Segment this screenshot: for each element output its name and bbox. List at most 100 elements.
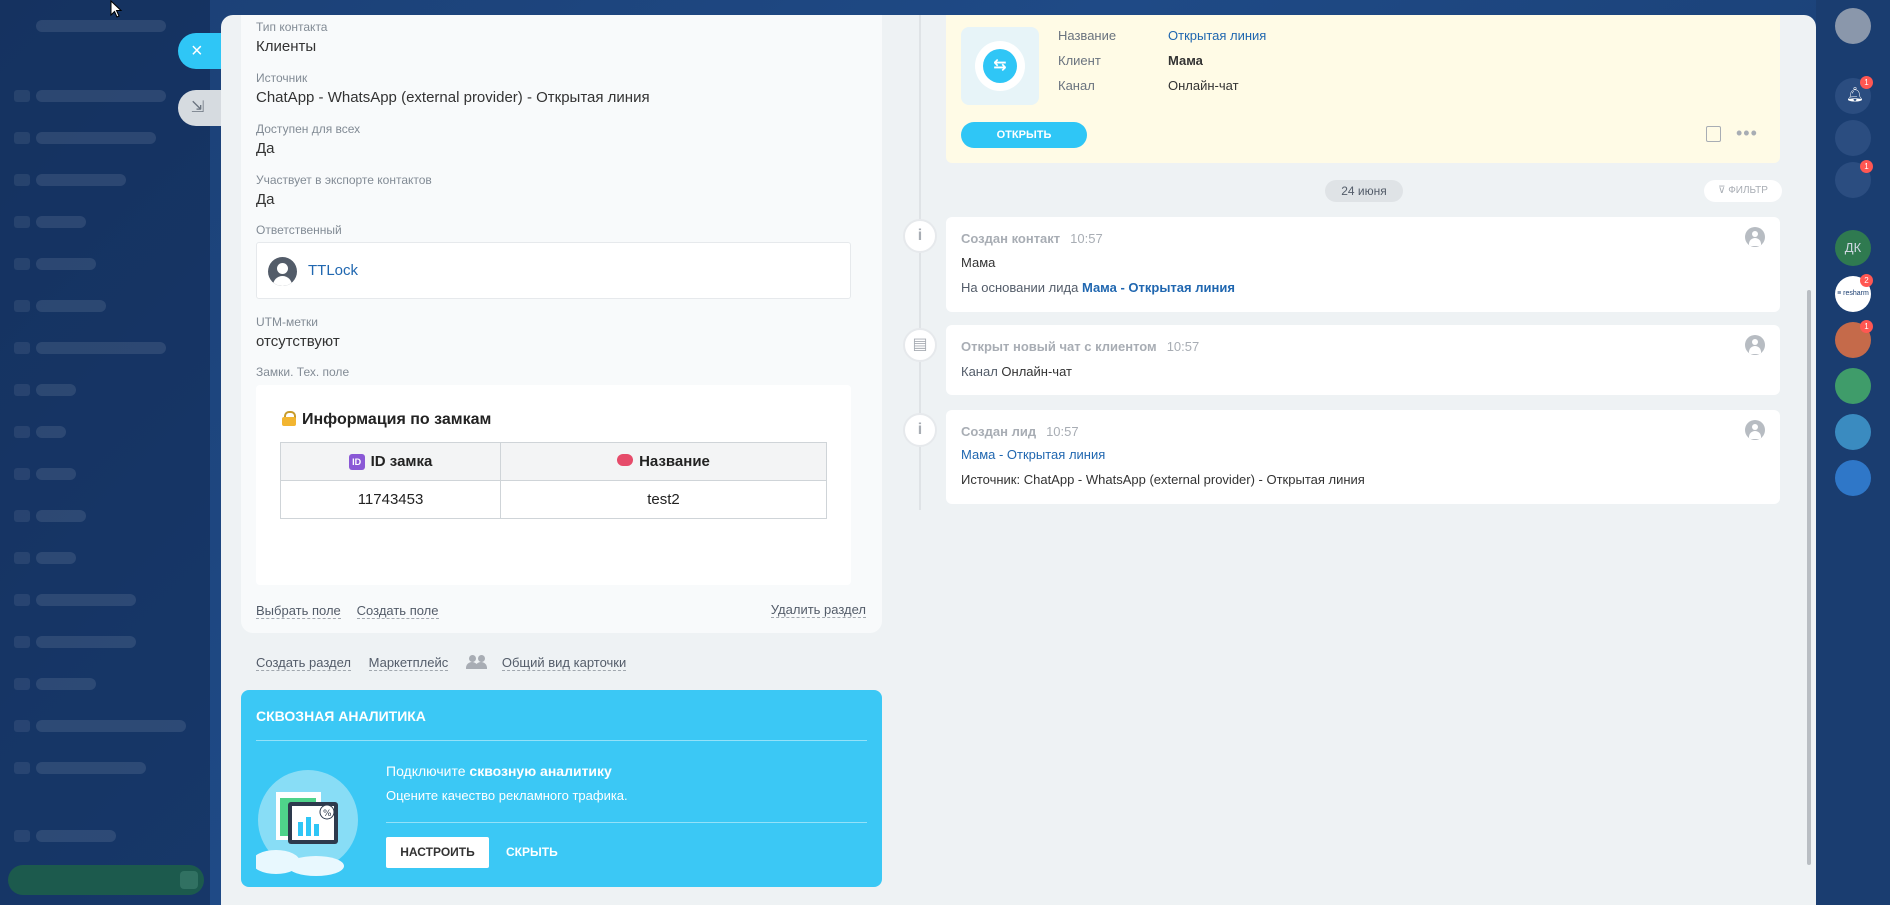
field-value: Да	[256, 191, 275, 208]
chat-avatar-user[interactable]: 1	[1835, 320, 1873, 358]
nav-icon	[14, 830, 30, 842]
analytics-line1: Подключите сквозную аналитику	[386, 763, 612, 779]
field-locks: Замки. Тех. поле	[256, 365, 349, 379]
contact-avatar[interactable]: ДК	[1835, 230, 1871, 266]
open-line-channel-row: Канал Онлайн-чат	[1058, 78, 1239, 93]
column-header-name-text: Название	[639, 453, 710, 470]
nav-icon	[14, 678, 30, 690]
close-slider-button[interactable]: ×	[178, 33, 222, 69]
event-header: Открыт новый чат с клиентом 10:57	[961, 339, 1199, 354]
lead-link[interactable]: Мама - Открытая линия	[1082, 280, 1235, 295]
people-icon	[465, 655, 488, 669]
open-line-card: ⇆ Название Открытая линия Клиент Мама Кана…	[946, 15, 1780, 163]
nav-placeholder	[36, 830, 116, 842]
filter-label: ФИЛЬТР	[1728, 185, 1768, 196]
cell-lock-id: 11743453	[280, 480, 501, 519]
field-export: Участвует в экспорте контактов Да	[256, 173, 432, 208]
nav-placeholder	[36, 384, 76, 396]
responsible-name-link[interactable]: TTLock	[308, 262, 358, 279]
field-value: отсутствуют	[256, 333, 340, 350]
open-line-name-row: Название Открытая линия	[1058, 28, 1266, 43]
nav-placeholder	[36, 720, 186, 732]
open-line-client-row: Клиент Мама	[1058, 53, 1203, 68]
filter-button[interactable]: ⊽ ФИЛЬТР	[1704, 180, 1782, 202]
nav-placeholder	[36, 20, 166, 32]
setup-button[interactable]: НАСТРОИТЬ	[386, 837, 489, 868]
nav-icon	[14, 132, 30, 144]
lead-link[interactable]: Мама - Открытая линия	[961, 447, 1105, 462]
cell-lock-name: test2	[500, 480, 827, 519]
nav-placeholder	[36, 762, 146, 774]
chat-icon: ▤	[903, 328, 937, 362]
user-avatar-icon	[268, 257, 297, 286]
divider	[256, 740, 867, 741]
contact-slider: Тип контакта Клиенты Источник ChatApp - …	[221, 15, 1816, 905]
field-contact-type: Тип контакта Клиенты	[256, 20, 327, 55]
open-chat-button[interactable]: ОТКРЫТЬ	[961, 122, 1087, 148]
field-label: Тип контакта	[256, 20, 328, 34]
field-value: ChatApp - WhatsApp (external provider) -…	[256, 89, 650, 106]
nav-icon	[14, 510, 30, 522]
nav-icon	[14, 384, 30, 396]
locks-title: Информация по замкам	[282, 411, 491, 429]
messages-icon[interactable]: 1	[1835, 160, 1873, 198]
marketplace-link[interactable]: Маркетплейс	[368, 655, 449, 671]
nav-icon	[14, 258, 30, 270]
open-line-name-link[interactable]: Открытая линия	[1168, 28, 1266, 43]
event-title: Создан контакт	[961, 231, 1061, 246]
event-line: Источник: ChatApp - WhatsApp (external p…	[961, 472, 1365, 487]
field-label: Источник	[256, 71, 308, 85]
event-line-key: Канал	[961, 364, 1002, 379]
profile-avatar[interactable]	[1835, 8, 1871, 44]
nav-placeholder	[36, 552, 76, 564]
event-user-icon[interactable]	[1745, 227, 1765, 247]
event-line: Мама - Открытая линия	[961, 447, 1105, 462]
nav-icon	[14, 90, 30, 102]
nav-icon	[14, 720, 30, 732]
minimize-slider-button[interactable]: ⇲	[178, 90, 222, 126]
nav-icon	[14, 342, 30, 354]
row-key: Канал	[1058, 78, 1095, 93]
event-user-icon[interactable]	[1745, 335, 1765, 355]
nav-placeholder	[36, 258, 96, 270]
nav-placeholder	[36, 174, 126, 186]
common-view-link[interactable]: Общий вид карточки	[501, 655, 627, 671]
event-time: 10:57	[1166, 339, 1200, 354]
nav-placeholder	[36, 678, 96, 690]
invite-button[interactable]	[8, 865, 204, 895]
more-icon[interactable]: •••	[1736, 124, 1758, 142]
responsible-user[interactable]: TTLock	[256, 242, 851, 299]
info-icon: i	[903, 413, 937, 447]
field-utm: UTM-метки отсутствуют	[256, 315, 340, 350]
analytics-promo: СКВОЗНАЯ АНАЛИТИКА % Подключите сквозную…	[241, 690, 882, 887]
nav-placeholder	[36, 594, 136, 606]
create-field-link[interactable]: Создать поле	[356, 603, 439, 619]
event-user-icon[interactable]	[1745, 420, 1765, 440]
field-label: Ответственный	[256, 223, 342, 237]
chat-avatar-resharm[interactable]: ≡ resharm 2	[1835, 274, 1873, 312]
nav-placeholder	[36, 216, 86, 228]
nav-placeholder	[36, 426, 66, 438]
scrollbar[interactable]	[1807, 290, 1811, 865]
select-field-link[interactable]: Выбрать поле	[256, 603, 341, 619]
field-label: Замки. Тех. поле	[256, 365, 350, 379]
locks-table: ID ID замка Название 11743453 test2	[280, 442, 827, 519]
pulse-icon[interactable]	[1835, 120, 1871, 156]
hide-button[interactable]: СКРЫТЬ	[506, 837, 558, 868]
nav-placeholder	[36, 342, 166, 354]
note-icon[interactable]	[1706, 126, 1721, 142]
delete-section-link[interactable]: Удалить раздел	[770, 602, 866, 618]
bookmark-icon[interactable]	[1835, 460, 1871, 496]
card-footer-links: Создать раздел Маркетплейс Общий вид кар…	[256, 655, 640, 671]
notifications-icon[interactable]: 🔔︎ 1	[1835, 76, 1873, 114]
nav-placeholder	[36, 132, 156, 144]
chats-icon[interactable]	[1835, 414, 1871, 450]
openlines-icon[interactable]	[1835, 368, 1871, 404]
notification-badge: 1	[1860, 76, 1873, 89]
date-separator: 24 июня	[1325, 180, 1403, 202]
create-section-link[interactable]: Создать раздел	[256, 655, 351, 671]
table-row: 11743453 test2	[280, 480, 827, 519]
divider	[386, 822, 867, 823]
event-title: Открыт новый чат с клиентом	[961, 339, 1157, 354]
event-line-value: Онлайн-чат	[1001, 364, 1072, 379]
